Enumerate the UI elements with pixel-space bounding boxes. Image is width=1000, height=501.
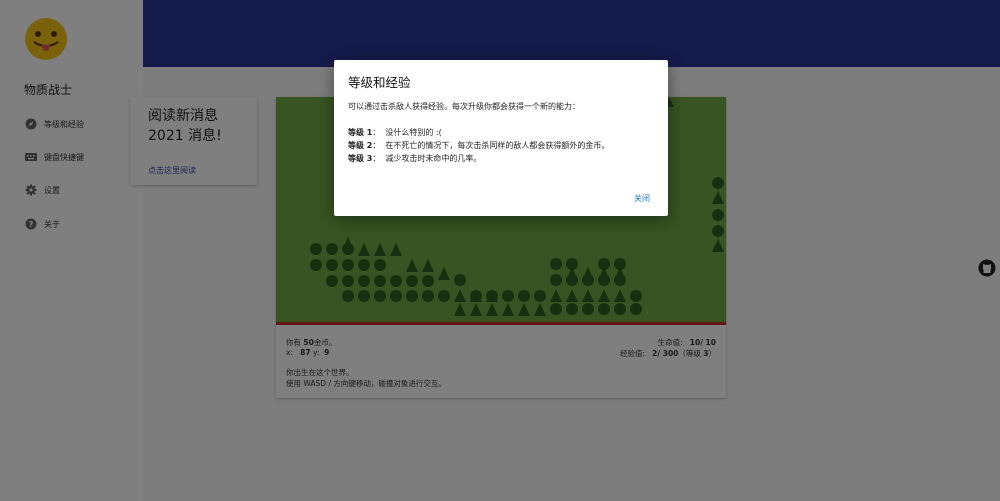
dialog-intro: 可以通过击杀敌人获得经验。每次升级你都会获得一个新的能力： <box>348 102 580 111</box>
level-text: 减少攻击时未命中的几率。 <box>385 154 482 163</box>
level-row: 等级 2： 在不死亡的情况下，每次击杀同样的敌人都会获得额外的金币。 <box>348 141 610 150</box>
levels-dialog: 等级和经验 可以通过击杀敌人获得经验。每次升级你都会获得一个新的能力： 等级 1… <box>334 60 668 216</box>
level-text: 在不死亡的情况下，每次击杀同样的敌人都会获得额外的金币。 <box>385 141 610 150</box>
level-text: 没什么特别的 :( <box>385 128 442 137</box>
dialog-title: 等级和经验 <box>348 75 411 90</box>
level-row: 等级 3： 减少攻击时未命中的几率。 <box>348 154 482 163</box>
level-label: 等级 2 <box>348 141 373 150</box>
level-label: 等级 1 <box>348 128 373 137</box>
level-row: 等级 1： 没什么特别的 :( <box>348 128 442 137</box>
close-button[interactable]: 关闭 <box>634 193 650 204</box>
level-label: 等级 3 <box>348 154 373 163</box>
